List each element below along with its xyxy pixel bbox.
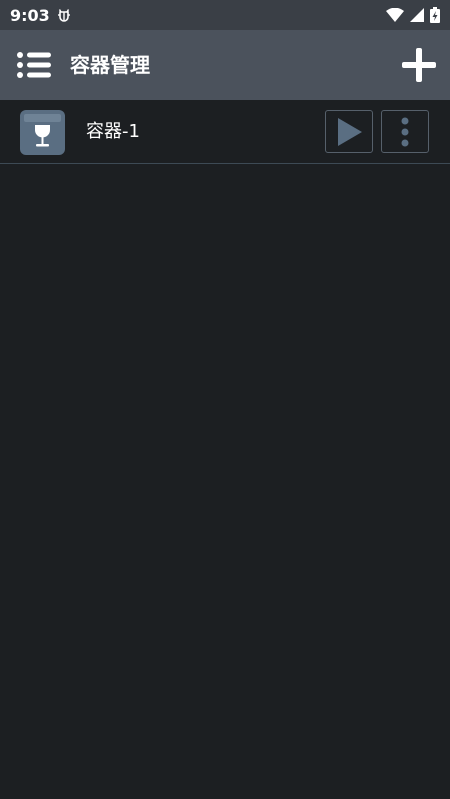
- page-title: 容器管理: [70, 53, 150, 77]
- signal-icon: [410, 8, 424, 22]
- more-options-button[interactable]: [381, 110, 429, 153]
- wine-glass-box-icon: [20, 110, 65, 155]
- app-bar: 容器管理: [0, 30, 450, 100]
- bug-icon: [57, 9, 70, 22]
- status-bar: 9:03: [0, 0, 450, 30]
- wifi-icon: [386, 8, 404, 22]
- container-name: 容器-1: [86, 121, 140, 142]
- list-menu-icon[interactable]: [16, 50, 52, 80]
- list-item[interactable]: 容器-1: [0, 100, 450, 164]
- plus-icon[interactable]: [402, 48, 436, 82]
- status-time: 9:03: [10, 5, 50, 25]
- battery-charging-icon: [430, 7, 440, 23]
- play-icon: [338, 117, 362, 146]
- start-container-button[interactable]: [325, 110, 373, 153]
- status-icons: [386, 7, 440, 23]
- container-list: 容器-1: [0, 100, 450, 164]
- more-vertical-icon: [401, 117, 409, 146]
